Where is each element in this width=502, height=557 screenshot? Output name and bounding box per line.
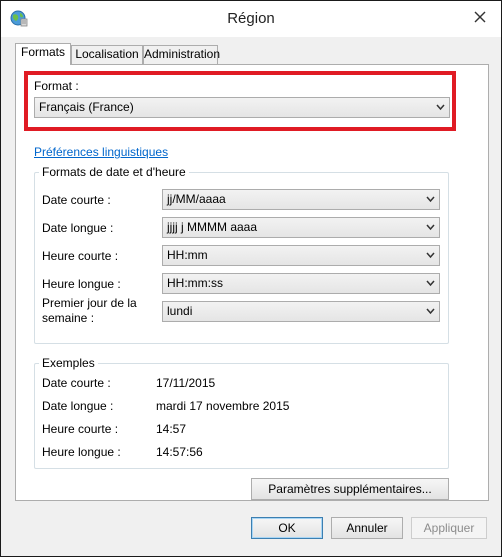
long-date-select[interactable]: jjjj j MMMM aaaa <box>162 217 440 238</box>
long-date-value: jjjj j MMMM aaaa <box>167 220 258 234</box>
short-date-label: Date courte : <box>42 193 111 207</box>
additional-settings-button[interactable]: Paramètres supplémentaires... <box>251 478 449 500</box>
region-dialog: Région Formats Localisation Administrati… <box>0 0 502 557</box>
short-time-select[interactable]: HH:mm <box>162 245 440 266</box>
example-long-date-label: Date longue : <box>42 399 114 413</box>
chevron-down-icon <box>426 280 435 287</box>
apply-button[interactable]: Appliquer <box>411 517 487 539</box>
short-time-label: Heure courte : <box>42 249 119 263</box>
example-long-date-value: mardi 17 novembre 2015 <box>156 399 290 413</box>
first-day-select[interactable]: lundi <box>162 301 440 322</box>
example-long-time-label: Heure longue : <box>42 445 121 459</box>
examples-title: Exemples <box>39 356 98 370</box>
window-title: Région <box>227 10 275 27</box>
format-select[interactable]: Français (France) <box>34 97 450 118</box>
long-time-select[interactable]: HH:mm:ss <box>162 273 440 294</box>
tab-localisation[interactable]: Localisation <box>71 45 143 64</box>
date-time-formats-title: Formats de date et d'heure <box>39 165 189 179</box>
short-date-value: jj/MM/aaaa <box>167 192 226 206</box>
format-label: Format : <box>34 79 79 93</box>
close-button[interactable] <box>467 7 493 27</box>
chevron-down-icon <box>436 104 445 111</box>
short-time-value: HH:mm <box>167 248 208 262</box>
chevron-down-icon <box>426 196 435 203</box>
example-short-date-value: 17/11/2015 <box>156 376 216 390</box>
cancel-button[interactable]: Annuler <box>331 517 403 539</box>
tab-administration[interactable]: Administration <box>143 45 220 64</box>
tab-formats[interactable]: Formats <box>15 43 71 65</box>
chevron-down-icon <box>426 224 435 231</box>
long-date-label: Date longue : <box>42 221 114 235</box>
ok-button[interactable]: OK <box>251 517 323 539</box>
short-date-select[interactable]: jj/MM/aaaa <box>162 189 440 210</box>
language-preferences-link[interactable]: Préférences linguistiques <box>34 145 168 159</box>
close-icon <box>474 11 486 23</box>
chevron-down-icon <box>426 308 435 315</box>
example-short-date-label: Date courte : <box>42 376 111 390</box>
first-day-label-line2: semaine : <box>42 311 95 325</box>
example-long-time-value: 14:57:56 <box>156 445 203 459</box>
formats-panel: Format : Français (France) Préférences l… <box>15 64 489 501</box>
long-time-label: Heure longue : <box>42 277 121 291</box>
example-short-time-value: 14:57 <box>156 422 187 436</box>
example-short-time-label: Heure courte : <box>42 422 119 436</box>
long-time-value: HH:mm:ss <box>167 276 223 290</box>
first-day-value: lundi <box>167 304 193 318</box>
chevron-down-icon <box>426 252 435 259</box>
title-bar: Région <box>1 1 501 37</box>
first-day-label-line1: Premier jour de la <box>42 296 137 310</box>
format-select-value: Français (France) <box>39 100 134 114</box>
dialog-client: Formats Localisation Administration Form… <box>7 37 495 553</box>
